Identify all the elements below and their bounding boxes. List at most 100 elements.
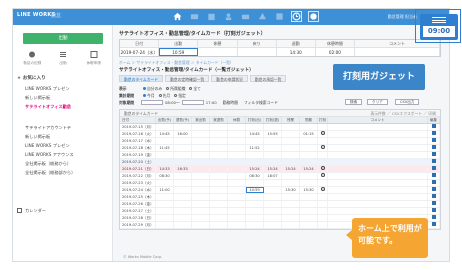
- column-header[interactable]: 実退勤: [210, 117, 228, 123]
- sidebar-item[interactable]: LINE WORKS プレゼン: [13, 84, 113, 93]
- row-punch-cell[interactable]: [318, 215, 328, 221]
- punch-return-button[interactable]: [238, 48, 277, 56]
- sidebar-item[interactable]: 全社掲示板（総務から）: [13, 159, 113, 168]
- sidebar-item[interactable]: LINE WORKS アナウンス: [13, 150, 113, 159]
- home-icon[interactable]: [173, 12, 182, 21]
- row-edit-cell[interactable]: [428, 166, 440, 172]
- tab-schedule[interactable]: 勤怠の定時確認一覧: [165, 75, 210, 82]
- edit-icon[interactable]: [431, 180, 436, 184]
- row-punch-cell[interactable]: [318, 166, 328, 172]
- csv-export-button[interactable]: CSV出力: [395, 99, 420, 105]
- clear-button[interactable]: クリア: [367, 99, 388, 105]
- radio-all[interactable]: [189, 87, 193, 90]
- tab-requests[interactable]: 勤怠の申請状況: [211, 75, 248, 82]
- row-punch-cell[interactable]: [318, 180, 328, 186]
- tab-approvals[interactable]: 勤怠の承認一覧: [249, 75, 287, 82]
- sidebar-item-active[interactable]: サテライトオフィス勤怠: [13, 102, 113, 111]
- quick-action-record[interactable]: 勤怠の記録: [18, 51, 46, 66]
- quick-action-request[interactable]: 休暇申請: [80, 51, 108, 66]
- sidebar-item[interactable]: サテライトアカウントテ: [13, 123, 113, 132]
- column-header[interactable]: コメント: [328, 117, 428, 123]
- edit-icon[interactable]: [431, 131, 436, 135]
- time-to-input[interactable]: [181, 100, 204, 105]
- tab-timecard[interactable]: 勤怠のタイムカード: [119, 75, 164, 82]
- edit-icon[interactable]: [431, 173, 436, 177]
- chat-icon[interactable]: [258, 12, 267, 21]
- row-edit-cell[interactable]: [428, 159, 440, 165]
- clock-icon[interactable]: [320, 173, 325, 177]
- edit-icon[interactable]: [431, 166, 436, 170]
- clock-icon[interactable]: [291, 11, 302, 22]
- row-punch-cell[interactable]: [318, 187, 328, 193]
- edit-icon[interactable]: [431, 159, 436, 163]
- radio-last-month[interactable]: [158, 94, 162, 97]
- row-punch-cell[interactable]: [318, 208, 328, 214]
- time-from-input[interactable]: [141, 100, 163, 105]
- settings-icon[interactable]: [308, 11, 319, 22]
- edit-icon[interactable]: [431, 138, 436, 142]
- row-punch-cell[interactable]: [318, 173, 328, 179]
- row-punch-cell[interactable]: [318, 124, 328, 130]
- radio-self[interactable]: [143, 87, 146, 90]
- punch-break-button[interactable]: [198, 48, 238, 56]
- column-header[interactable]: 休憩: [228, 117, 246, 123]
- edit-icon[interactable]: [431, 152, 436, 156]
- brand-logo[interactable]: LINE WORKS: [17, 12, 55, 18]
- edit-icon[interactable]: [431, 208, 436, 212]
- radio-org[interactable]: [166, 87, 170, 90]
- sidebar-item[interactable]: LINE WORKS プレゼン: [13, 141, 113, 150]
- row-edit-cell[interactable]: [428, 124, 440, 130]
- edit-icon[interactable]: [431, 194, 436, 198]
- user-menu[interactable]: 勤怠管理 担当者: [388, 14, 417, 20]
- contacts-icon[interactable]: [224, 12, 233, 21]
- clock-icon[interactable]: [320, 131, 325, 135]
- punch-comment-input[interactable]: [355, 48, 440, 56]
- column-header[interactable]: 実出勤: [192, 117, 210, 123]
- column-header[interactable]: 日付: [120, 117, 156, 123]
- column-header[interactable]: 編集: [428, 117, 440, 123]
- clock-icon[interactable]: [320, 187, 325, 191]
- row-edit-cell[interactable]: [428, 138, 440, 144]
- row-edit-cell[interactable]: [428, 208, 440, 214]
- row-punch-cell[interactable]: [318, 138, 328, 144]
- punch-clock-in-button[interactable]: 10:59: [159, 48, 199, 56]
- breadcrumb[interactable]: ホーム ＞ サテライトオフィス・勤怠管理 ＞ タイムカード（一覧）: [119, 60, 234, 66]
- row-edit-cell[interactable]: [428, 173, 440, 179]
- table-toolbar-actions[interactable]: 表示件数 ／ CSVエクスポート ／ 印刷: [370, 110, 436, 117]
- column-header[interactable]: 勤務: [300, 117, 318, 123]
- sidebar-item-calendar[interactable]: カレンダー: [17, 208, 46, 214]
- row-edit-cell[interactable]: [428, 145, 440, 151]
- row-punch-cell[interactable]: [318, 201, 328, 207]
- column-header[interactable]: 打刻(退): [264, 117, 282, 123]
- row-edit-cell[interactable]: [428, 131, 440, 137]
- clock-icon[interactable]: [320, 145, 325, 149]
- edit-icon[interactable]: [431, 187, 436, 191]
- row-edit-cell[interactable]: [428, 215, 440, 221]
- edit-icon[interactable]: [431, 215, 436, 219]
- search-button[interactable]: 検索: [345, 99, 363, 105]
- row-punch-cell[interactable]: [318, 222, 328, 228]
- row-punch-cell[interactable]: [318, 194, 328, 200]
- radio-custom[interactable]: [174, 94, 178, 97]
- column-header[interactable]: 残業: [282, 117, 300, 123]
- row-edit-cell[interactable]: [428, 201, 440, 207]
- edit-icon[interactable]: [431, 145, 436, 149]
- sidebar-item[interactable]: 新しい掲示板: [13, 132, 113, 141]
- edit-icon[interactable]: [431, 124, 436, 128]
- drive-icon[interactable]: [241, 12, 250, 21]
- edit-icon[interactable]: [431, 222, 436, 226]
- row-punch-cell[interactable]: [318, 131, 328, 137]
- clock-icon[interactable]: [320, 166, 325, 170]
- row-punch-cell[interactable]: [318, 159, 328, 165]
- row-edit-cell[interactable]: [428, 194, 440, 200]
- row-punch-cell[interactable]: [318, 152, 328, 158]
- column-header[interactable]: 打刻: [318, 117, 328, 123]
- favorites-heading[interactable]: ★ お気に入り: [17, 75, 46, 81]
- clock-in-button[interactable]: 出勤: [23, 33, 103, 44]
- calendar-icon[interactable]: [207, 12, 216, 21]
- row-edit-cell[interactable]: [428, 222, 440, 228]
- row-punch-cell[interactable]: [318, 145, 328, 151]
- mail-icon[interactable]: [190, 12, 199, 21]
- sidebar-item[interactable]: 全社掲示板（総務部から）: [13, 168, 113, 177]
- column-header[interactable]: 退勤(予): [174, 117, 192, 123]
